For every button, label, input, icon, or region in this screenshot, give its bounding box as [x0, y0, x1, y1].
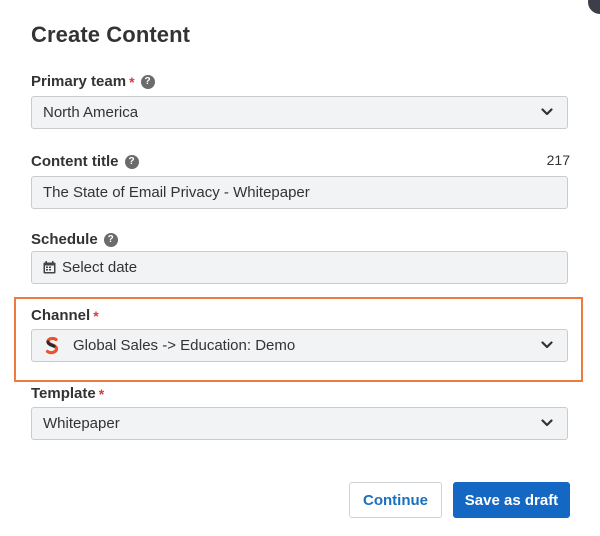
schedule-label-text: Schedule	[31, 231, 98, 248]
required-asterisk: *	[93, 307, 99, 324]
template-value: Whitepaper	[43, 415, 120, 432]
calendar-icon	[43, 261, 56, 274]
primary-team-select[interactable]: North America	[31, 96, 568, 129]
channel-label-text: Channel	[31, 307, 91, 324]
template-label: Template *	[31, 385, 104, 402]
primary-team-value: North America	[43, 104, 139, 121]
continue-button[interactable]: Continue	[349, 482, 442, 518]
content-title-label: Content title ?	[31, 153, 139, 170]
schedule-date-picker[interactable]: Select date	[31, 251, 568, 284]
chevron-down-icon	[541, 418, 553, 426]
channel-value: Global Sales -> Education: Demo	[73, 337, 296, 354]
close-button-partial[interactable]	[588, 0, 600, 14]
content-title-value: The State of Email Privacy - Whitepaper	[43, 184, 310, 201]
chevron-down-icon	[541, 340, 553, 348]
channel-label: Channel *	[31, 307, 99, 324]
help-icon[interactable]: ?	[103, 232, 118, 247]
content-title-label-text: Content title	[31, 153, 119, 170]
help-icon[interactable]: ?	[124, 154, 139, 169]
template-select[interactable]: Whitepaper	[31, 407, 568, 440]
required-asterisk: *	[129, 73, 135, 90]
page-title: Create Content	[31, 22, 191, 47]
required-asterisk: *	[98, 385, 105, 402]
channel-select[interactable]: Global Sales -> Education: Demo	[31, 329, 568, 362]
character-counter: 217	[546, 152, 570, 168]
save-as-draft-button[interactable]: Save as draft	[453, 482, 570, 518]
chevron-down-icon	[541, 107, 553, 115]
template-label-text: Template	[31, 385, 96, 402]
primary-team-label: Primary team * ?	[31, 73, 155, 90]
help-icon[interactable]: ?	[140, 74, 155, 89]
content-title-input[interactable]: The State of Email Privacy - Whitepaper	[31, 176, 568, 209]
schedule-label: Schedule ?	[31, 231, 118, 248]
s-logo-icon	[45, 336, 59, 354]
primary-team-label-text: Primary team	[31, 73, 127, 90]
schedule-placeholder: Select date	[62, 259, 138, 276]
